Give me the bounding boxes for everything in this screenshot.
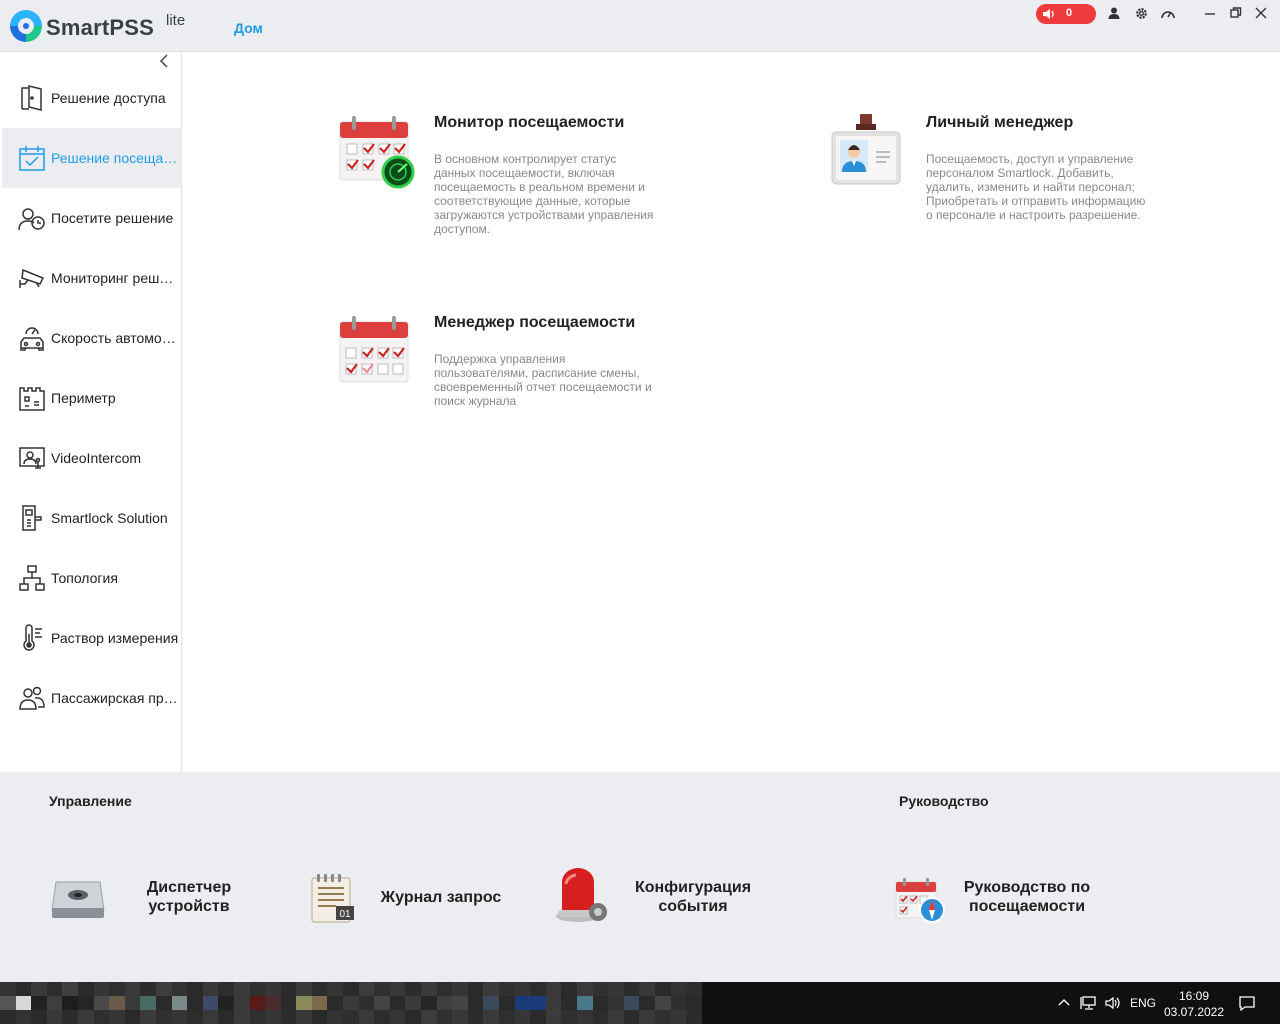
performance-gauge-icon[interactable] xyxy=(1160,6,1176,22)
card-description: Посещаемость, доступ и управление персон… xyxy=(926,152,1146,222)
calendar-compass-icon xyxy=(894,876,946,929)
card-description: В основном контролирует статус данных по… xyxy=(434,152,654,236)
calendar-check-icon xyxy=(18,144,46,172)
calendar-checklist-icon xyxy=(338,314,410,391)
smartlock-icon xyxy=(18,504,46,532)
perimeter-icon xyxy=(18,384,46,412)
sidebar-item-label: Решение посещаемости xyxy=(51,150,181,166)
minimize-icon[interactable] xyxy=(1202,6,1218,22)
sidebar-item-label: Решение доступа xyxy=(51,90,166,106)
id-badge-icon xyxy=(830,112,902,193)
app-edition: lite xyxy=(166,12,186,29)
sidebar-item-label: VideoIntercom xyxy=(51,450,142,466)
topology-icon xyxy=(18,564,46,592)
visitor-clock-icon xyxy=(18,204,46,232)
bottom-panel: Управление Руководство Диспетчер устройс… xyxy=(0,772,1280,982)
sidebar-item-visitor[interactable]: Посетите решение xyxy=(2,188,181,248)
cctv-camera-icon xyxy=(18,264,46,292)
sidebar-item-label: Периметр xyxy=(51,390,116,406)
clock-time: 16:09 xyxy=(1178,989,1210,1003)
sidebar-item-label: Пассажирская прогулка xyxy=(51,690,181,706)
alarm-count: 0 xyxy=(1066,7,1073,19)
guide-section-title: Руководство xyxy=(899,793,989,809)
app-name: SmartPSS xyxy=(46,15,154,40)
card-description: Поддержка управления пользователями, рас… xyxy=(434,352,652,408)
sidebar-item-label: Посетите решение xyxy=(51,210,174,226)
network-icon[interactable] xyxy=(1080,995,1098,1014)
card-title: Менеджер посещаемости xyxy=(434,314,636,331)
volume-icon[interactable] xyxy=(1104,995,1122,1014)
device-drive-icon xyxy=(50,876,106,927)
title-bar: SmartPSS lite Дом 0 xyxy=(0,0,1280,52)
clock-date: 03.07.2022 xyxy=(1163,1005,1225,1019)
taskbar-clock[interactable]: 16:09 03.07.2022 xyxy=(1160,988,1228,1020)
smartpss-logo-icon xyxy=(10,10,42,42)
svg-text:01: 01 xyxy=(339,909,351,920)
device-manager-label: Диспетчер устройств xyxy=(146,879,232,915)
taskbar-apps-pixelated xyxy=(0,982,702,1024)
calendar-radar-icon xyxy=(338,114,416,195)
attendance-guide-label: Руководство по посещаемости xyxy=(963,879,1091,915)
log-notepad-icon: 01 xyxy=(308,872,358,929)
restore-icon[interactable] xyxy=(1228,6,1244,22)
event-config-label: Конфигурация события xyxy=(634,879,752,915)
sidebar: Решение доступа Решение посещаемости Пос… xyxy=(0,52,182,772)
card-title: Монитор посещаемости xyxy=(434,114,625,131)
log-query-label: Журнал запрос xyxy=(380,889,502,906)
tab-home[interactable]: Дом xyxy=(234,20,263,36)
user-icon[interactable] xyxy=(1106,6,1122,22)
alarm-button[interactable]: 0 xyxy=(1036,4,1096,24)
sidebar-item-label: Топология xyxy=(51,570,118,586)
sidebar-item-label: Скорость автомобиля xyxy=(51,330,181,346)
car-speedometer-icon xyxy=(18,324,46,352)
thermometer-icon xyxy=(18,624,46,652)
sidebar-item-label: Smartlock Solution xyxy=(51,510,168,526)
input-language[interactable]: ENG xyxy=(1130,996,1156,1010)
sidebar-item-topology[interactable]: Топология xyxy=(2,548,181,608)
sidebar-item-label: Мониторинг решений xyxy=(51,270,181,286)
sidebar-item-perimeter[interactable]: Периметр xyxy=(2,368,181,428)
card-title: Личный менеджер xyxy=(926,114,1074,131)
sidebar-item-vehicle-speed[interactable]: Скорость автомобиля xyxy=(2,308,181,368)
management-section-title: Управление xyxy=(49,793,132,809)
people-icon xyxy=(18,684,46,712)
tray-chevron-up-icon[interactable] xyxy=(1057,995,1071,1012)
os-taskbar: ENG 16:09 03.07.2022 xyxy=(0,982,1280,1024)
notifications-icon[interactable] xyxy=(1238,994,1256,1015)
sidebar-item-temperature[interactable]: Раствор измерения xyxy=(2,608,181,668)
door-icon xyxy=(18,84,46,112)
alarm-siren-icon xyxy=(554,868,610,931)
sidebar-item-smartlock[interactable]: Smartlock Solution xyxy=(2,488,181,548)
sidebar-item-videointercom[interactable]: VideoIntercom xyxy=(2,428,181,488)
speaker-icon xyxy=(1042,7,1056,21)
sidebar-item-monitoring[interactable]: Мониторинг решений xyxy=(2,248,181,308)
sidebar-item-passenger-flow[interactable]: Пассажирская прогулка xyxy=(2,668,181,728)
gear-icon[interactable] xyxy=(1133,6,1149,22)
sidebar-item-attendance[interactable]: Решение посещаемости xyxy=(2,128,181,188)
intercom-icon xyxy=(18,444,46,472)
sidebar-item-label: Раствор измерения xyxy=(51,630,179,646)
sidebar-item-access[interactable]: Решение доступа xyxy=(2,68,181,128)
close-icon[interactable] xyxy=(1253,6,1269,22)
